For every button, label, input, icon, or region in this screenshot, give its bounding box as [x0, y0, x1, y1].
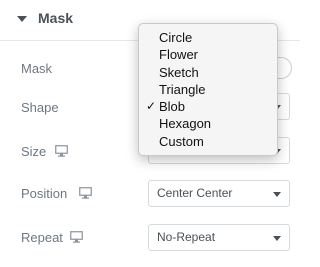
repeat-select[interactable]: No-Repeat — [148, 224, 290, 251]
menu-item-circle[interactable]: Circle — [139, 29, 277, 46]
caret-down-icon — [17, 16, 27, 22]
checkmark-icon: ✓ — [146, 99, 157, 113]
monitor-icon[interactable] — [55, 145, 68, 157]
menu-item-label: Blob — [159, 99, 186, 114]
repeat-value: No-Repeat — [157, 230, 216, 244]
menu-item-label: Circle — [159, 30, 193, 45]
menu-item-hexagon[interactable]: Hexagon — [139, 115, 277, 132]
chevron-down-icon — [273, 236, 281, 241]
repeat-label: Repeat — [21, 230, 63, 245]
position-select[interactable]: Center Center — [148, 180, 290, 207]
menu-item-label: Custom — [159, 134, 204, 149]
menu-item-label: Sketch — [159, 65, 199, 80]
mask-label: Mask — [21, 61, 53, 76]
monitor-icon[interactable] — [70, 231, 83, 243]
shape-label: Shape — [21, 100, 59, 115]
menu-item-blob[interactable]: ✓ Blob — [139, 98, 277, 115]
menu-item-triangle[interactable]: Triangle — [139, 81, 277, 98]
menu-item-label: Hexagon — [159, 116, 212, 131]
menu-item-flower[interactable]: Flower — [139, 46, 277, 63]
chevron-down-icon — [273, 192, 281, 197]
menu-item-custom[interactable]: Custom — [139, 133, 277, 150]
menu-item-label: Flower — [159, 47, 199, 62]
menu-item-sketch[interactable]: Sketch — [139, 64, 277, 81]
size-label: Size — [21, 144, 47, 159]
section-title: Mask — [38, 10, 74, 26]
shape-dropdown-menu[interactable]: Circle Flower Sketch Triangle ✓ Blob Hex… — [138, 23, 278, 156]
menu-item-label: Triangle — [159, 82, 206, 97]
monitor-icon[interactable] — [79, 187, 92, 199]
position-label: Position — [21, 186, 68, 201]
position-value: Center Center — [157, 186, 233, 200]
